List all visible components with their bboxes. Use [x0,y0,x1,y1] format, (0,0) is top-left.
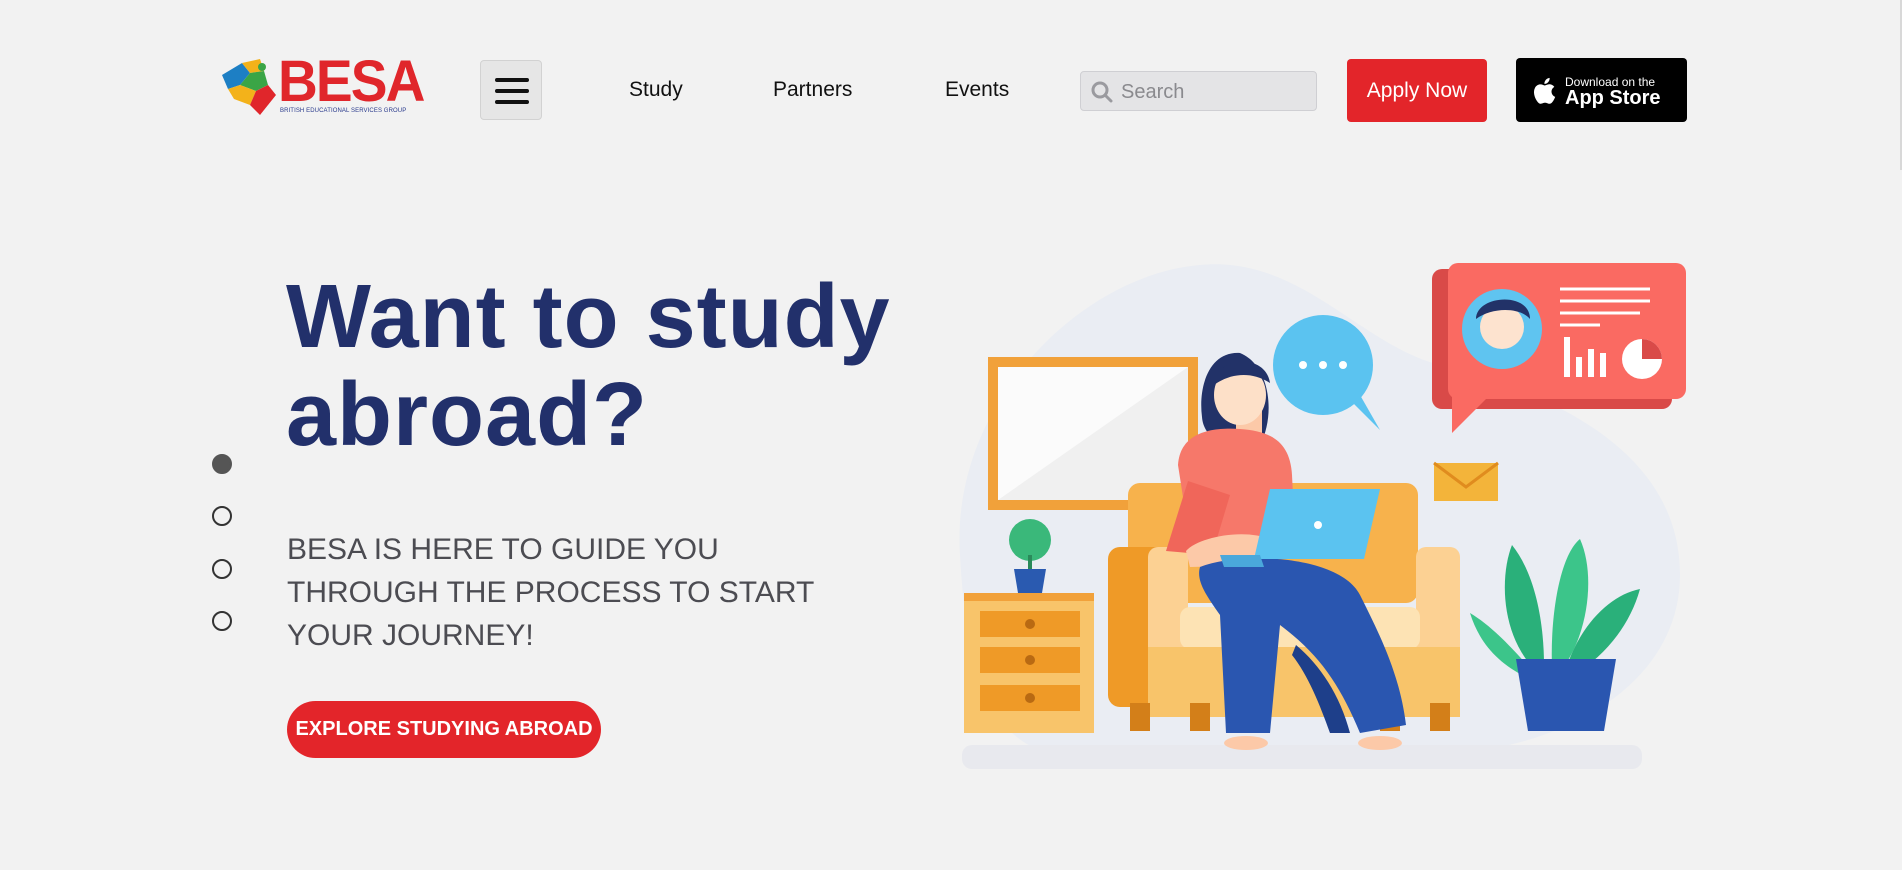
hero-subtitle: BESA IS HERE TO GUIDE YOU THROUGH THE PR… [287,533,814,652]
menu-button[interactable] [480,60,542,120]
slide-dot-4[interactable] [212,611,232,631]
nav-events[interactable]: Events [945,78,1009,102]
slide-dot-2[interactable] [212,506,232,526]
search-icon [1091,81,1113,103]
explore-studying-abroad-button[interactable]: EXPLORE STUDYING ABROAD [287,701,601,758]
envelope-icon [1433,461,1499,501]
hamburger-icon [495,100,529,104]
besa-logo[interactable]: BESA BRITISH EDUCATIONAL SERVICES GROUP [220,53,425,121]
hero-illustration [959,263,1686,769]
apply-now-button[interactable]: Apply Now [1347,59,1487,122]
nav-partners[interactable]: Partners [773,78,852,102]
slide-dot-1[interactable] [212,454,232,474]
hero-title: Want to study abroad? [286,267,891,465]
app-store-button[interactable]: Download on the App Store [1516,58,1687,122]
search-input[interactable] [1119,78,1313,106]
slide-dot-3[interactable] [212,559,232,579]
search-box[interactable] [1080,71,1317,111]
hamburger-icon [495,78,529,82]
apple-icon [1534,77,1556,104]
logo-brand-text: BESA [278,49,425,114]
logo-subtitle: BRITISH EDUCATIONAL SERVICES GROUP [280,108,407,114]
hamburger-icon [495,89,529,93]
nav-study[interactable]: Study [629,78,683,102]
app-store-big-text: App Store [1565,87,1661,109]
profile-card-icon [1432,263,1686,433]
